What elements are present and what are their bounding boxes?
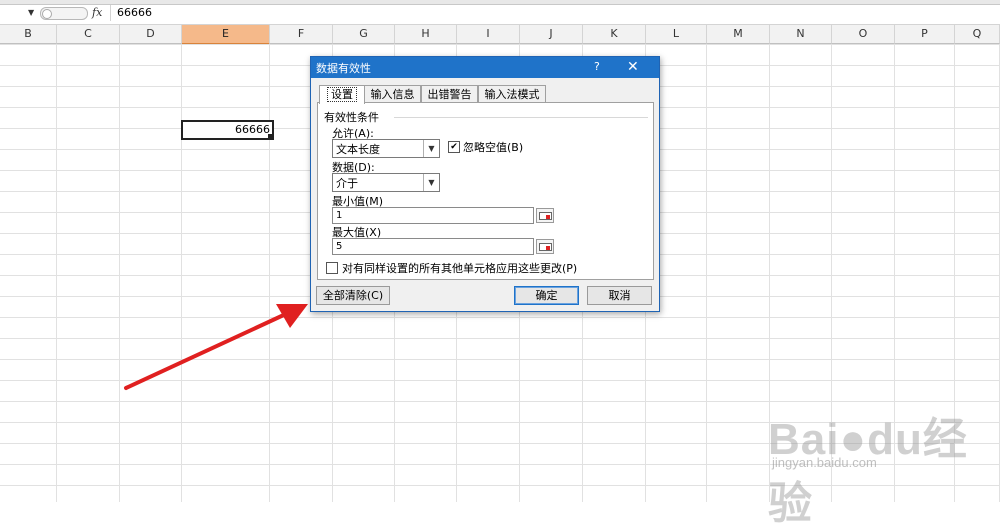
annotation-arrow-shaft: [124, 311, 290, 390]
dialog-title: 数据有效性: [316, 62, 371, 75]
ok-button[interactable]: 确定: [514, 286, 579, 305]
ignore-blank-label[interactable]: 忽略空值(B): [463, 139, 523, 155]
minimum-range-picker-button[interactable]: [536, 208, 554, 223]
minimum-input[interactable]: 1: [332, 207, 534, 224]
tab-settings[interactable]: 设置: [319, 85, 365, 104]
apply-all-label[interactable]: 对有同样设置的所有其他单元格应用这些更改(P): [342, 260, 577, 276]
cancel-button[interactable]: 取消: [587, 286, 652, 305]
baidu-jingyan-watermark: Bai●du经验 jingyan.baidu.com: [768, 395, 988, 528]
tab-settings-label: 设置: [327, 87, 357, 102]
tab-ime-mode[interactable]: 输入法模式: [478, 85, 546, 103]
range-picker-marker: [546, 246, 550, 250]
settings-panel: 有效性条件 允许(A): 文本长度 ▼ ✔ 忽略空值(B) 数据(D): 介于 …: [317, 102, 654, 280]
help-icon[interactable]: ?: [594, 60, 600, 73]
data-validation-dialog: 数据有效性 ? ✕ 设置 输入信息 出错警告 输入法模式 有效性条件 允许(A)…: [310, 56, 660, 312]
allow-select-value: 文本长度: [336, 143, 380, 156]
data-select[interactable]: 介于 ▼: [332, 173, 440, 192]
apply-all-checkbox[interactable]: [326, 262, 338, 274]
chevron-down-icon[interactable]: ▼: [423, 140, 439, 157]
tab-ime-mode-label: 输入法模式: [484, 88, 540, 101]
tab-error-alert[interactable]: 出错警告: [421, 85, 478, 103]
tab-input-message[interactable]: 输入信息: [364, 85, 421, 103]
ignore-blank-checkbox[interactable]: ✔: [448, 141, 460, 153]
validation-criteria-group-label: 有效性条件: [324, 111, 379, 124]
range-picker-marker: [546, 215, 550, 219]
tab-input-message-label: 输入信息: [370, 88, 415, 101]
allow-select[interactable]: 文本长度 ▼: [332, 139, 440, 158]
data-select-value: 介于: [336, 177, 358, 190]
maximum-range-picker-button[interactable]: [536, 239, 554, 254]
minimum-input-value: 1: [336, 210, 343, 221]
dialog-title-bar[interactable]: 数据有效性 ? ✕: [311, 57, 659, 78]
clear-all-button[interactable]: 全部清除(C): [316, 286, 390, 305]
maximum-input[interactable]: 5: [332, 238, 534, 255]
watermark-url: jingyan.baidu.com: [772, 455, 877, 470]
maximum-input-value: 5: [336, 241, 343, 252]
tab-error-alert-label: 出错警告: [427, 88, 472, 101]
close-icon[interactable]: ✕: [627, 57, 639, 78]
chevron-down-icon[interactable]: ▼: [423, 174, 439, 191]
group-divider: [394, 117, 648, 118]
